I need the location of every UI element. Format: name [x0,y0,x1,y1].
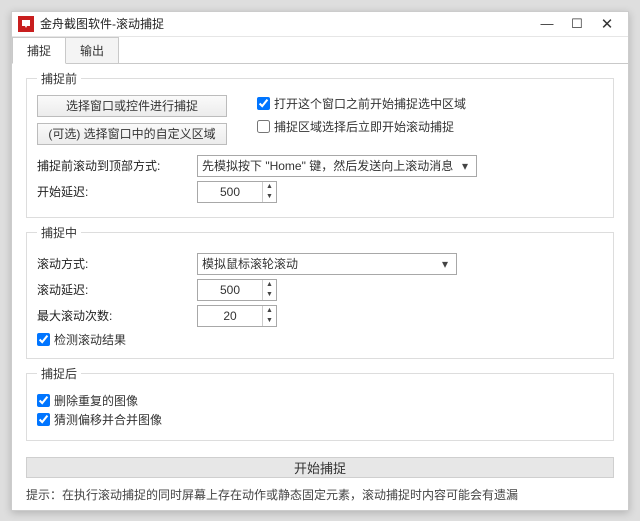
select-custom-region-button[interactable]: (可选) 选择窗口中的自定义区域 [37,123,227,145]
cb-remove-dup[interactable]: 删除重复的图像 [37,392,603,409]
app-window: 金舟截图软件-滚动捕捉 — ☐ ✕ 捕捉 输出 捕捉前 选择窗口或控件进行捕捉 … [11,11,629,511]
max-scroll-label: 最大滚动次数: [37,307,187,324]
cb-start-after-select-input[interactable] [257,120,270,133]
group-after-legend: 捕捉后 [37,365,81,382]
cb-detect-end[interactable]: 检测滚动结果 [37,331,603,348]
tab-capture[interactable]: 捕捉 [12,37,66,64]
window-title: 金舟截图软件-滚动捕捉 [40,15,532,32]
cb-detect-end-input[interactable] [37,333,50,346]
cb-open-before[interactable]: 打开这个窗口之前开始捕捉选中区域 [257,95,603,112]
tab-output[interactable]: 输出 [65,37,119,64]
chevron-down-icon: ▾ [458,159,472,173]
scroll-delay-label: 滚动延迟: [37,281,187,298]
chevron-down-icon[interactable]: ▼ [263,316,276,326]
content: 捕捉前 选择窗口或控件进行捕捉 (可选) 选择窗口中的自定义区域 打开这个窗口之… [12,64,628,451]
maximize-button[interactable]: ☐ [562,12,592,36]
chevron-down-icon[interactable]: ▼ [263,290,276,300]
chevron-down-icon[interactable]: ▼ [263,192,276,202]
start-delay-spinner[interactable]: 500 ▲▼ [197,181,277,203]
group-during: 捕捉中 滚动方式: 模拟鼠标滚轮滚动 ▾ 滚动延迟: 500 ▲▼ 最大滚动次数… [26,224,614,359]
start-capture-button[interactable]: 开始捕捉 [26,457,614,478]
chevron-down-icon: ▾ [438,257,452,271]
scroll-delay-spinner[interactable]: 500 ▲▼ [197,279,277,301]
cb-start-after-select[interactable]: 捕捉区域选择后立即开始滚动捕捉 [257,118,603,135]
chevron-up-icon[interactable]: ▲ [263,306,276,316]
minimize-button[interactable]: — [532,12,562,36]
group-before: 捕捉前 选择窗口或控件进行捕捉 (可选) 选择窗口中的自定义区域 打开这个窗口之… [26,70,614,218]
group-during-legend: 捕捉中 [37,224,81,241]
cb-stitch-input[interactable] [37,413,50,426]
tabs: 捕捉 输出 [12,37,628,64]
app-icon [18,16,34,32]
scroll-top-select[interactable]: 先模拟按下 "Home" 键，然后发送向上滚动消息 ▾ [197,155,477,177]
scroll-method-select[interactable]: 模拟鼠标滚轮滚动 ▾ [197,253,457,275]
scroll-top-label: 捕捉前滚动到顶部方式: [37,157,187,174]
group-before-legend: 捕捉前 [37,70,81,87]
max-scroll-spinner[interactable]: 20 ▲▼ [197,305,277,327]
chevron-up-icon[interactable]: ▲ [263,182,276,192]
group-after: 捕捉后 删除重复的图像 猜测偏移并合并图像 [26,365,614,441]
cb-open-before-input[interactable] [257,97,270,110]
hint-text: 提示：在执行滚动捕捉的同时屏幕上存在动作或静态固定元素，滚动捕捉时内容可能会有遗… [12,482,628,513]
scroll-method-label: 滚动方式: [37,255,187,272]
cb-stitch[interactable]: 猜测偏移并合并图像 [37,411,603,428]
select-window-button[interactable]: 选择窗口或控件进行捕捉 [37,95,227,117]
cb-remove-dup-input[interactable] [37,394,50,407]
start-delay-label: 开始延迟: [37,183,187,200]
chevron-up-icon[interactable]: ▲ [263,280,276,290]
titlebar: 金舟截图软件-滚动捕捉 — ☐ ✕ [12,12,628,37]
close-button[interactable]: ✕ [592,12,622,36]
